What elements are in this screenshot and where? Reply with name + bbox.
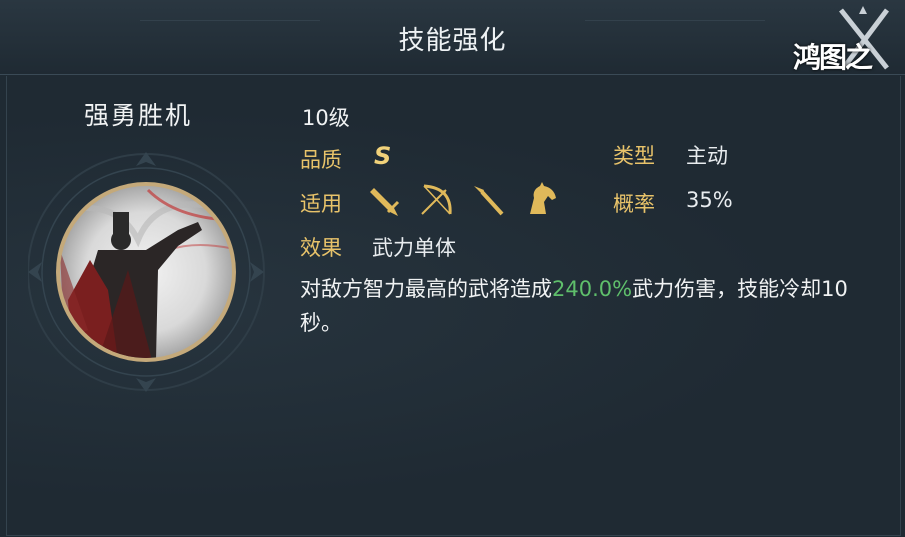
type-value: 主动 xyxy=(686,144,728,168)
skill-portrait xyxy=(27,150,268,420)
skill-level: 10级 xyxy=(302,106,350,130)
sword-icon xyxy=(368,182,404,218)
skill-name: 强勇胜机 xyxy=(84,101,193,130)
horse-icon xyxy=(522,180,558,216)
bow-icon xyxy=(418,182,454,218)
page-title: 技能强化 xyxy=(398,26,507,56)
effect-label: 效果 xyxy=(300,236,342,260)
probability-label: 概率 xyxy=(613,192,655,216)
quality-label: 品质 xyxy=(300,148,342,172)
header-decoration-left xyxy=(140,0,320,21)
spear-icon xyxy=(470,182,506,218)
desc-damage-highlight: 240.0% xyxy=(552,277,633,301)
type-label: 类型 xyxy=(613,144,655,168)
effect-value: 武力单体 xyxy=(372,236,456,260)
probability-value: 35% xyxy=(686,188,733,212)
skill-description: 对敌方智力最高的武将造成240.0%武力伤害，技能冷却10秒。 xyxy=(300,272,870,340)
header-bar: 技能强化 xyxy=(0,0,905,75)
desc-prefix: 对敌方智力最高的武将造成 xyxy=(300,277,552,301)
game-logo: 鸿图之下 xyxy=(783,6,891,114)
header-decoration-right xyxy=(585,0,765,21)
quality-value: S xyxy=(374,142,392,170)
applicable-label: 适用 xyxy=(300,192,342,216)
